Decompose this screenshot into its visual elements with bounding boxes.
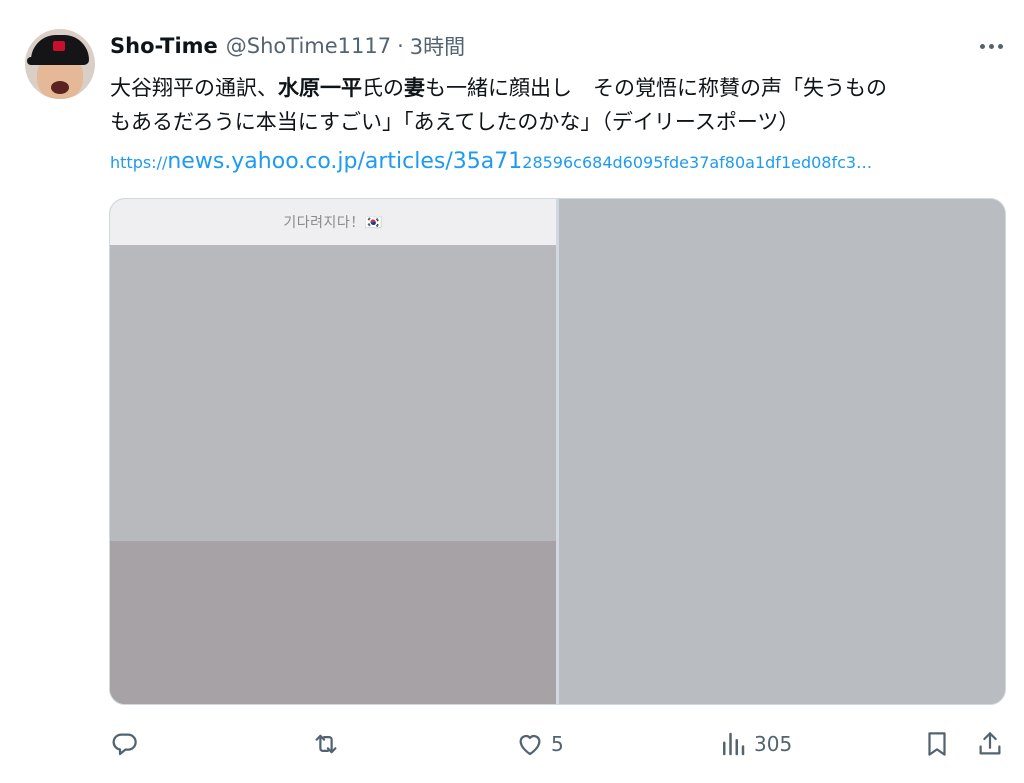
bold-name: 水原一平: [278, 76, 362, 100]
header-separator: ·: [397, 34, 404, 58]
photo-caption-area: 기다려지다！🇰🇷: [110, 199, 556, 245]
share-button[interactable]: [975, 722, 1005, 766]
reply-icon: [112, 733, 137, 756]
photo-couple[interactable]: [559, 199, 1005, 704]
user-handle[interactable]: @ShoTime1117: [226, 34, 391, 58]
heart-icon: [519, 735, 541, 756]
bold-wife: 妻: [404, 76, 425, 100]
share-icon: [979, 732, 1001, 755]
link-tail: 28596c684d6095fde37af80a1df1ed08fc3…: [522, 153, 873, 172]
display-name[interactable]: Sho-Time: [110, 34, 218, 58]
retweet-button[interactable]: [311, 722, 341, 766]
views-count: 305: [754, 732, 793, 756]
like-count: 5: [551, 732, 564, 756]
tweet-text-line-1: 大谷翔平の通訳、水原一平氏の妻も一緒に顔出し その覚悟に称賛の声「失うもの: [110, 76, 887, 100]
tweet-header: Sho-Time @ShoTime1117 · 3時間: [110, 30, 465, 62]
link-scheme: https://: [110, 153, 168, 172]
photo-caption: 기다려지다！🇰🇷: [283, 215, 383, 231]
retweet-icon: [315, 734, 337, 754]
article-link[interactable]: https://news.yahoo.co.jp/articles/35a712…: [110, 146, 1010, 178]
link-text: news.yahoo.co.jp/articles/35a71: [167, 149, 523, 174]
photo-bottom-area: [110, 541, 556, 704]
avatar[interactable]: [25, 29, 95, 99]
media-grid: 기다려지다！🇰🇷: [109, 198, 1006, 705]
photo-placeholder-group: [110, 245, 556, 541]
tweet-text-line-2: もあるだろうに本当にすごい」「あえてしたのかな」（デイリースポーツ）: [110, 110, 800, 134]
post-time[interactable]: 3時間: [410, 31, 465, 61]
like-button[interactable]: 5: [515, 722, 564, 766]
views-chart-icon: [723, 732, 745, 756]
photo-placeholder-couple: [559, 199, 1005, 704]
tweet-text: 大谷翔平の通訳、水原一平氏の妻も一緒に顔出し その覚悟に称賛の声「失うもの もあ…: [110, 71, 1010, 139]
bookmark-icon: [928, 732, 946, 756]
photo-group[interactable]: 기다려지다！🇰🇷: [110, 199, 556, 704]
action-bar: 5 305: [0, 722, 1024, 766]
more-options-icon[interactable]: [972, 34, 1010, 58]
bookmark-button[interactable]: [922, 722, 952, 766]
views-button[interactable]: 305: [718, 722, 792, 766]
reply-button[interactable]: [110, 722, 140, 766]
